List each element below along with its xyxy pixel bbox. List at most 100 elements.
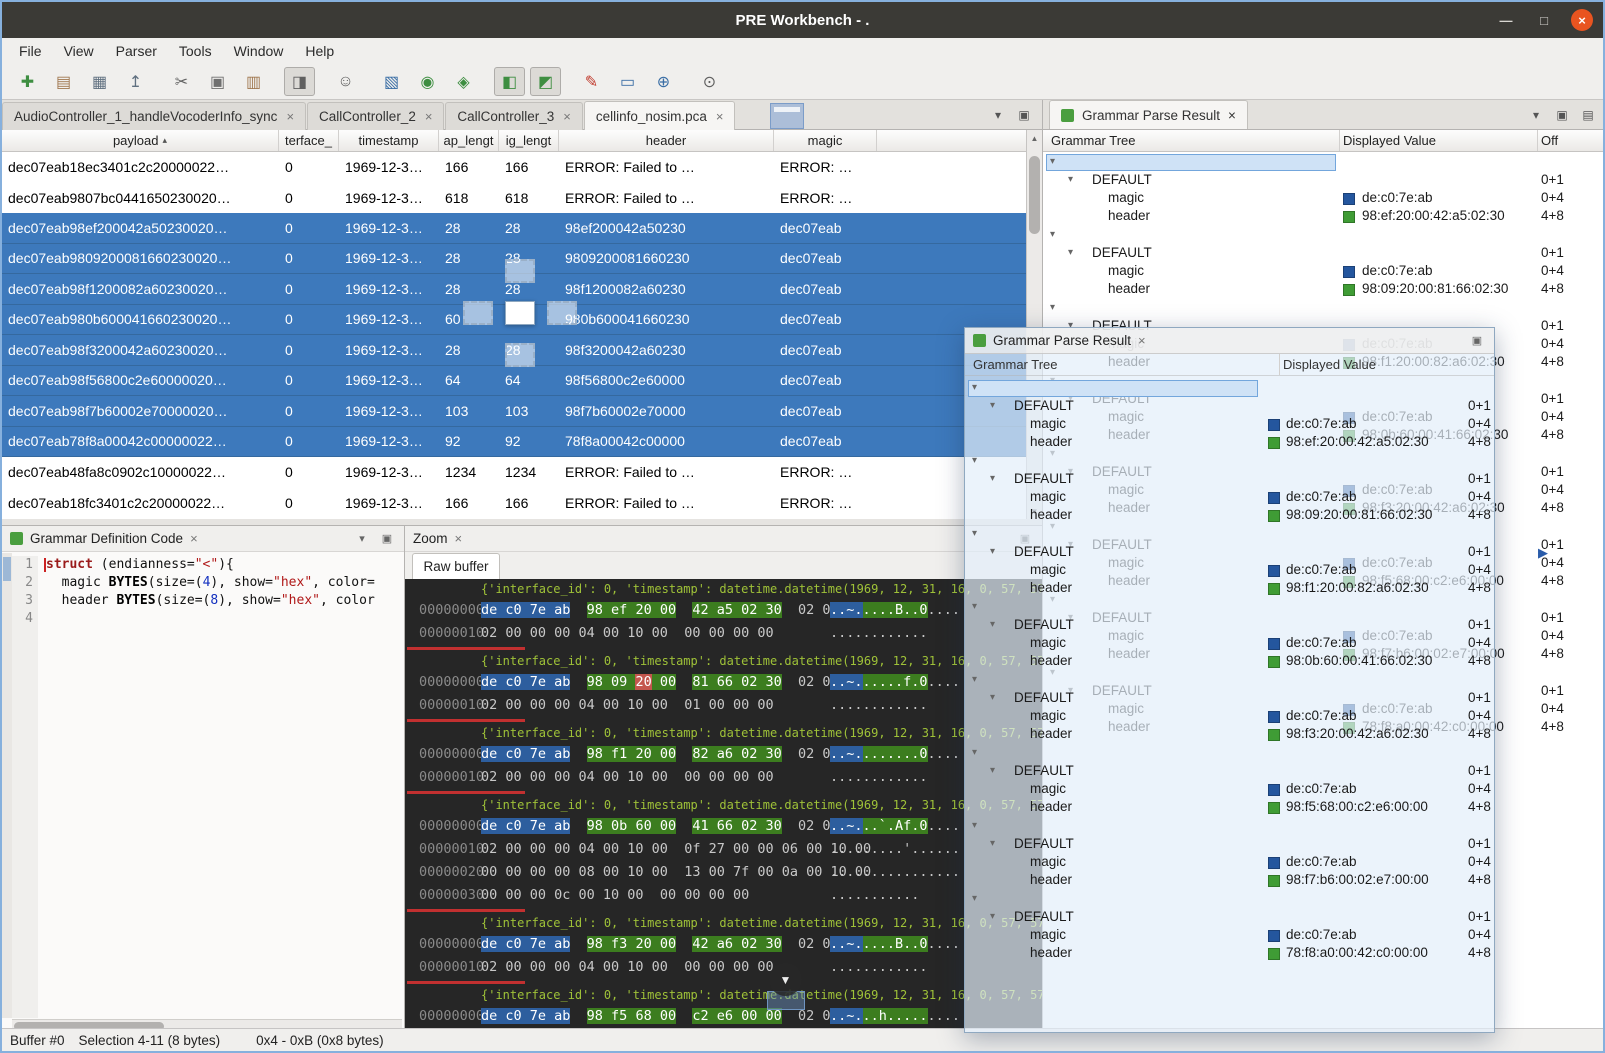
- hex-line[interactable]: 00000000de c0 7e ab 98 09 20 00 81 66 02…: [405, 671, 1042, 694]
- tree-node-row[interactable]: ▾: [965, 526, 1494, 544]
- titlebar[interactable]: PRE Workbench - . — □ ×: [2, 2, 1603, 38]
- tree-node-row[interactable]: ▾: [965, 453, 1494, 471]
- screenshot-button[interactable]: ▧: [376, 67, 407, 96]
- hex-line[interactable]: 00000000de c0 7e ab 98 ef 20 00 42 a5 02…: [405, 599, 1042, 622]
- zoom-panel-title[interactable]: Zoom × ▣: [405, 526, 1042, 552]
- tab-grammar-parse-result[interactable]: Grammar Parse Result ×: [1049, 100, 1248, 129]
- floating-grammar-parse-result[interactable]: Grammar Parse Result × ▣ Grammar Tree Di…: [964, 327, 1495, 1033]
- run-parser-button[interactable]: ☺: [330, 67, 361, 96]
- scroll-down-overlay-icon[interactable]: ▼: [769, 963, 802, 996]
- column-header-timestamp[interactable]: timestamp: [339, 130, 439, 151]
- tab-CallController_2[interactable]: CallController_2×: [307, 102, 444, 130]
- tree-default-row[interactable]: ▾DEFAULT0+1: [965, 763, 1494, 781]
- hex-line[interactable]: 00000000de c0 7e ab 98 f1 20 00 82 a6 02…: [405, 743, 1042, 766]
- column-header-terface_[interactable]: terface_: [279, 130, 339, 151]
- panel-button[interactable]: ▭: [612, 67, 643, 96]
- tab-float-icon[interactable]: ▣: [1014, 105, 1034, 125]
- menu-parser[interactable]: Parser: [105, 40, 168, 62]
- panel-menu-icon[interactable]: ▾: [1526, 105, 1546, 125]
- cut-button[interactable]: ✂: [166, 67, 197, 96]
- panel-menu-icon[interactable]: ▾: [353, 530, 371, 548]
- expander-icon[interactable]: ▾: [1050, 302, 1055, 313]
- menu-view[interactable]: View: [53, 40, 105, 62]
- menu-tools[interactable]: Tools: [168, 40, 223, 62]
- maximize-icon[interactable]: □: [1533, 9, 1555, 31]
- panel-dock-icon[interactable]: ▤: [1578, 105, 1598, 125]
- menu-file[interactable]: File: [8, 40, 53, 62]
- column-displayed-value[interactable]: Displayed Value: [1343, 133, 1436, 148]
- tree-header-row[interactable]: header98:0b:60:00:41:66:02:304+8: [965, 653, 1494, 671]
- column-offset[interactable]: Off: [1541, 133, 1558, 148]
- parse-result-button[interactable]: ◧: [494, 67, 525, 96]
- tree-default-row[interactable]: ▾DEFAULT0+1: [965, 617, 1494, 635]
- expander-icon[interactable]: ▾: [1068, 247, 1073, 258]
- tree-default-row[interactable]: ▾DEFAULT0+1: [965, 690, 1494, 708]
- hex-line[interactable]: 00000000de c0 7e ab 98 f3 20 00 42 a6 02…: [405, 933, 1042, 956]
- tree-magic-row[interactable]: magicde:c0:7e:ab0+4: [965, 489, 1494, 507]
- panel-float-icon[interactable]: ▣: [378, 530, 396, 548]
- menu-help[interactable]: Help: [294, 40, 345, 62]
- floating-panel-title[interactable]: Grammar Parse Result × ▣: [965, 328, 1494, 354]
- parse-tree-button[interactable]: ◩: [530, 67, 561, 96]
- tree-magic-row[interactable]: magicde:c0:7e:ab0+4: [965, 854, 1494, 872]
- tab-close-icon[interactable]: ×: [716, 109, 724, 124]
- tab-cellinfo_nosim.pca[interactable]: cellinfo_nosim.pca×: [584, 101, 736, 130]
- tree-node-row[interactable]: ▾: [965, 672, 1494, 690]
- expander-icon[interactable]: ▾: [972, 601, 977, 612]
- column-header-magic[interactable]: magic: [774, 130, 877, 151]
- expander-icon[interactable]: ▾: [1050, 229, 1055, 240]
- expander-icon[interactable]: ▾: [972, 528, 977, 539]
- code-editor[interactable]: struct (endianness="<"){ magic BYTES(siz…: [46, 556, 402, 1018]
- tree-header-row[interactable]: header78:f8:a0:00:42:c0:00:004+8: [965, 945, 1494, 963]
- open-file-button[interactable]: ▤: [48, 67, 79, 96]
- tab-CallController_3[interactable]: CallController_3×: [445, 102, 582, 130]
- grammar-definition-title[interactable]: Grammar Definition Code × ▾ ▣: [2, 526, 404, 552]
- tab-AudioController_1_handleVocoderInfo_sync[interactable]: AudioController_1_handleVocoderInfo_sync…: [2, 102, 306, 130]
- tree-node-row[interactable]: ▾: [965, 891, 1494, 909]
- tree-default-row[interactable]: ▾DEFAULT0+1: [1043, 245, 1605, 263]
- tree-magic-row[interactable]: magicde:c0:7e:ab0+4: [965, 927, 1494, 945]
- tab-raw-buffer[interactable]: Raw buffer: [412, 553, 500, 579]
- expander-icon[interactable]: ▾: [972, 747, 977, 758]
- tree-magic-row[interactable]: magicde:c0:7e:ab0+4: [1043, 190, 1605, 208]
- expander-icon[interactable]: ▾: [972, 382, 977, 393]
- hex-line[interactable]: 00000000de c0 7e ab 98 f5 68 00 c2 e6 00…: [405, 1005, 1042, 1028]
- tab-close-icon[interactable]: ×: [425, 109, 433, 124]
- expander-icon[interactable]: ▾: [990, 546, 995, 557]
- tree-default-row[interactable]: ▾DEFAULT0+1: [965, 909, 1494, 927]
- tab-list-dropdown-icon[interactable]: ▾: [988, 105, 1008, 125]
- expander-icon[interactable]: ▾: [972, 893, 977, 904]
- expander-icon[interactable]: ▾: [990, 400, 995, 411]
- expander-icon[interactable]: ▾: [972, 674, 977, 685]
- tree-node-row[interactable]: ▾: [1043, 300, 1605, 318]
- minimize-icon[interactable]: —: [1495, 9, 1517, 31]
- panel-float-icon[interactable]: ▣: [1552, 105, 1572, 125]
- tab-close-icon[interactable]: ×: [1228, 108, 1236, 123]
- expander-icon[interactable]: ▾: [972, 455, 977, 466]
- tree-header-row[interactable]: header98:09:20:00:81:66:02:304+8: [1043, 281, 1605, 299]
- expander-icon[interactable]: ▾: [990, 619, 995, 630]
- tab-close-icon[interactable]: ×: [286, 109, 294, 124]
- print-preview-button[interactable]: ◨: [284, 67, 315, 96]
- table-row[interactable]: dec07eab78f8a00042c00000022…01969-12-3…9…: [2, 427, 1026, 458]
- column-grammar-tree[interactable]: Grammar Tree: [973, 357, 1058, 372]
- panel-close-icon[interactable]: ×: [1138, 333, 1146, 348]
- hex-line[interactable]: 00000000de c0 7e ab 98 0b 60 00 41 66 02…: [405, 815, 1042, 838]
- expander-icon[interactable]: ▾: [990, 765, 995, 776]
- close-icon[interactable]: ×: [1571, 9, 1593, 31]
- hex-line[interactable]: 0000002000 00 00 00 08 00 10 00 13 00 7f…: [405, 861, 1042, 884]
- tree-default-row[interactable]: ▾DEFAULT0+1: [965, 398, 1494, 416]
- new-file-button[interactable]: ✚: [12, 67, 43, 96]
- tree-default-row[interactable]: ▾DEFAULT0+1: [1043, 172, 1605, 190]
- column-displayed-value[interactable]: Displayed Value: [1283, 357, 1376, 372]
- table-row[interactable]: dec07eab18fc3401c2c20000022…01969-12-3…1…: [2, 488, 1026, 519]
- macro-button[interactable]: ◈: [448, 67, 479, 96]
- tree-header-row[interactable]: header98:f1:20:00:82:a6:02:304+8: [965, 580, 1494, 598]
- expander-icon[interactable]: ▾: [990, 473, 995, 484]
- tree-magic-row[interactable]: magicde:c0:7e:ab0+4: [965, 708, 1494, 726]
- copy-button[interactable]: ▣: [202, 67, 233, 96]
- tree-magic-row[interactable]: magicde:c0:7e:ab0+4: [1043, 263, 1605, 281]
- column-header-ap_lengt[interactable]: ap_lengt: [439, 130, 499, 151]
- tree-header-row[interactable]: header98:ef:20:00:42:a5:02:304+8: [965, 434, 1494, 452]
- table-row[interactable]: dec07eab48fa8c0902c10000022…01969-12-3…1…: [2, 457, 1026, 488]
